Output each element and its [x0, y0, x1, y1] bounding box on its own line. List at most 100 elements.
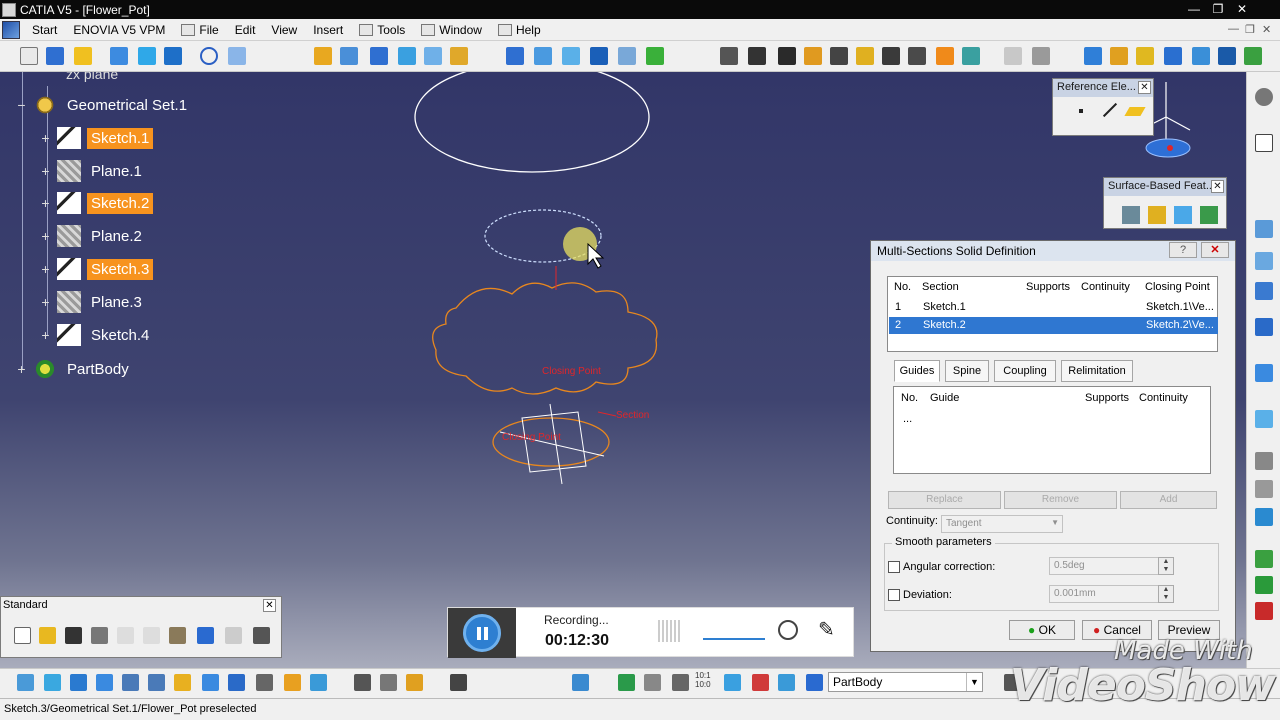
- rotate-view-icon[interactable]: [96, 674, 113, 691]
- thickness-icon[interactable]: [1164, 47, 1182, 65]
- expand-icon[interactable]: +: [40, 262, 51, 276]
- annotation-icon[interactable]: [1255, 480, 1273, 498]
- scan-icon[interactable]: [806, 674, 823, 691]
- sections-list[interactable]: No. Section Supports Continuity Closing …: [887, 276, 1218, 352]
- hole-icon[interactable]: [882, 47, 900, 65]
- catalog-icon[interactable]: [1255, 550, 1273, 568]
- affinity-icon[interactable]: [618, 47, 636, 65]
- symmetry-icon[interactable]: [562, 47, 580, 65]
- pause-icon[interactable]: [463, 614, 501, 652]
- table-icon[interactable]: [380, 674, 397, 691]
- expand-icon[interactable]: +: [40, 229, 51, 243]
- select-arrow-icon[interactable]: [1255, 134, 1273, 152]
- deviation-checkbox[interactable]: [888, 589, 900, 601]
- fly-mode-icon[interactable]: [17, 674, 34, 691]
- tree-node-partbody[interactable]: + PartBody: [16, 358, 133, 380]
- compass-tool-icon[interactable]: [1255, 318, 1273, 336]
- reference-panel-title[interactable]: Reference Ele... ✕: [1053, 79, 1153, 97]
- tree-node-sketch4[interactable]: + Sketch.4: [40, 324, 153, 346]
- measure-item-icon[interactable]: [644, 674, 661, 691]
- undo-icon[interactable]: [197, 627, 214, 644]
- rib-icon[interactable]: [908, 47, 926, 65]
- spline-tool-icon[interactable]: [1255, 364, 1273, 382]
- stiffener-icon[interactable]: [962, 47, 980, 65]
- menu-view[interactable]: View: [263, 19, 305, 41]
- knowledge-icon[interactable]: [1255, 576, 1273, 594]
- save-icon[interactable]: [65, 627, 82, 644]
- tab-spine[interactable]: Spine: [945, 360, 989, 382]
- measure-icon[interactable]: [1084, 47, 1102, 65]
- new-document-icon[interactable]: [14, 627, 31, 644]
- extract-icon[interactable]: [424, 47, 442, 65]
- pocket-icon[interactable]: [804, 47, 822, 65]
- sphere-icon[interactable]: [164, 47, 182, 65]
- close-icon[interactable]: ✕: [1230, 0, 1254, 19]
- normal-view-icon[interactable]: [174, 674, 191, 691]
- expand-icon[interactable]: +: [40, 164, 51, 178]
- positioned-sketch-icon[interactable]: [748, 47, 766, 65]
- snap-icon[interactable]: [1255, 220, 1273, 238]
- capture-icon[interactable]: [450, 674, 467, 691]
- boundary-icon[interactable]: [398, 47, 416, 65]
- extrude-icon[interactable]: [110, 47, 128, 65]
- add-button[interactable]: Add: [1120, 491, 1217, 509]
- section-row-selected[interactable]: 2 Sketch.2 Sketch.2\Ve...: [889, 317, 1218, 334]
- tree-node-plane1[interactable]: + Plane.1: [40, 160, 146, 182]
- law-icon[interactable]: [646, 47, 664, 65]
- translate-icon[interactable]: [506, 47, 524, 65]
- constraint-icon[interactable]: [752, 674, 769, 691]
- replace-face-icon[interactable]: [1244, 47, 1262, 65]
- inertia-icon[interactable]: [672, 674, 689, 691]
- guides-list[interactable]: No. Guide Supports Continuity ...: [893, 386, 1211, 474]
- isometric-view-icon[interactable]: [228, 674, 245, 691]
- copy-icon[interactable]: [143, 627, 160, 644]
- plane-tool-icon[interactable]: [74, 47, 92, 65]
- zoom-in-icon[interactable]: [122, 674, 139, 691]
- close-surface-icon[interactable]: [1174, 206, 1192, 224]
- expand-icon[interactable]: +: [40, 295, 51, 309]
- expand-icon[interactable]: +: [40, 328, 51, 342]
- point-icon[interactable]: [20, 47, 38, 65]
- groove-icon[interactable]: [856, 47, 874, 65]
- mdi-minimize-icon[interactable]: —: [1228, 23, 1239, 35]
- menu-file[interactable]: File: [173, 19, 226, 41]
- tree-node-plane3[interactable]: + Plane.3: [40, 291, 146, 313]
- fillet-icon[interactable]: [450, 47, 468, 65]
- shaft-icon[interactable]: [830, 47, 848, 65]
- help-icon[interactable]: ?: [1169, 242, 1197, 258]
- circle-icon[interactable]: [200, 47, 218, 65]
- paste-icon[interactable]: [169, 627, 186, 644]
- shell-icon[interactable]: [1136, 47, 1154, 65]
- close-icon[interactable]: ✕: [1211, 180, 1224, 193]
- tree-node-sketch2[interactable]: + Sketch.2: [40, 192, 154, 214]
- mdi-close-icon[interactable]: ✕: [1262, 23, 1271, 36]
- draft-icon[interactable]: [1110, 47, 1128, 65]
- join-icon[interactable]: [314, 47, 332, 65]
- trim-icon[interactable]: [370, 47, 388, 65]
- multi-sections-icon[interactable]: [1004, 47, 1022, 65]
- replace-button[interactable]: Replace: [888, 491, 1001, 509]
- multi-view-icon[interactable]: [202, 674, 219, 691]
- remove-face-icon[interactable]: [1218, 47, 1236, 65]
- thick-surface-icon[interactable]: [1148, 206, 1166, 224]
- analysis-icon[interactable]: [1255, 508, 1273, 526]
- formula-icon[interactable]: [406, 674, 423, 691]
- spline-icon[interactable]: [228, 47, 246, 65]
- menu-window[interactable]: Window: [413, 19, 490, 41]
- pan-icon[interactable]: [70, 674, 87, 691]
- angular-correction-input[interactable]: 0.5deg: [1049, 557, 1161, 575]
- removed-multi-sections-icon[interactable]: [1032, 47, 1050, 65]
- plane-tool-icon[interactable]: [1124, 107, 1146, 116]
- menu-enovia[interactable]: ENOVIA V5 VPM: [65, 19, 173, 41]
- angular-correction-checkbox[interactable]: [888, 561, 900, 573]
- tab-coupling[interactable]: Coupling: [994, 360, 1056, 382]
- axis-icon[interactable]: [1255, 282, 1273, 300]
- dialog-title-bar[interactable]: Multi-Sections Solid Definition ? ✕: [871, 241, 1235, 261]
- pad-icon[interactable]: [778, 47, 796, 65]
- tab-relimitation[interactable]: Relimitation: [1061, 360, 1133, 382]
- mdi-restore-icon[interactable]: ❐: [1245, 23, 1255, 36]
- menu-help[interactable]: Help: [490, 19, 549, 41]
- apply-material-icon[interactable]: [778, 674, 795, 691]
- expand-icon[interactable]: +: [16, 362, 27, 376]
- continuity-select[interactable]: Tangent ▼: [941, 515, 1063, 533]
